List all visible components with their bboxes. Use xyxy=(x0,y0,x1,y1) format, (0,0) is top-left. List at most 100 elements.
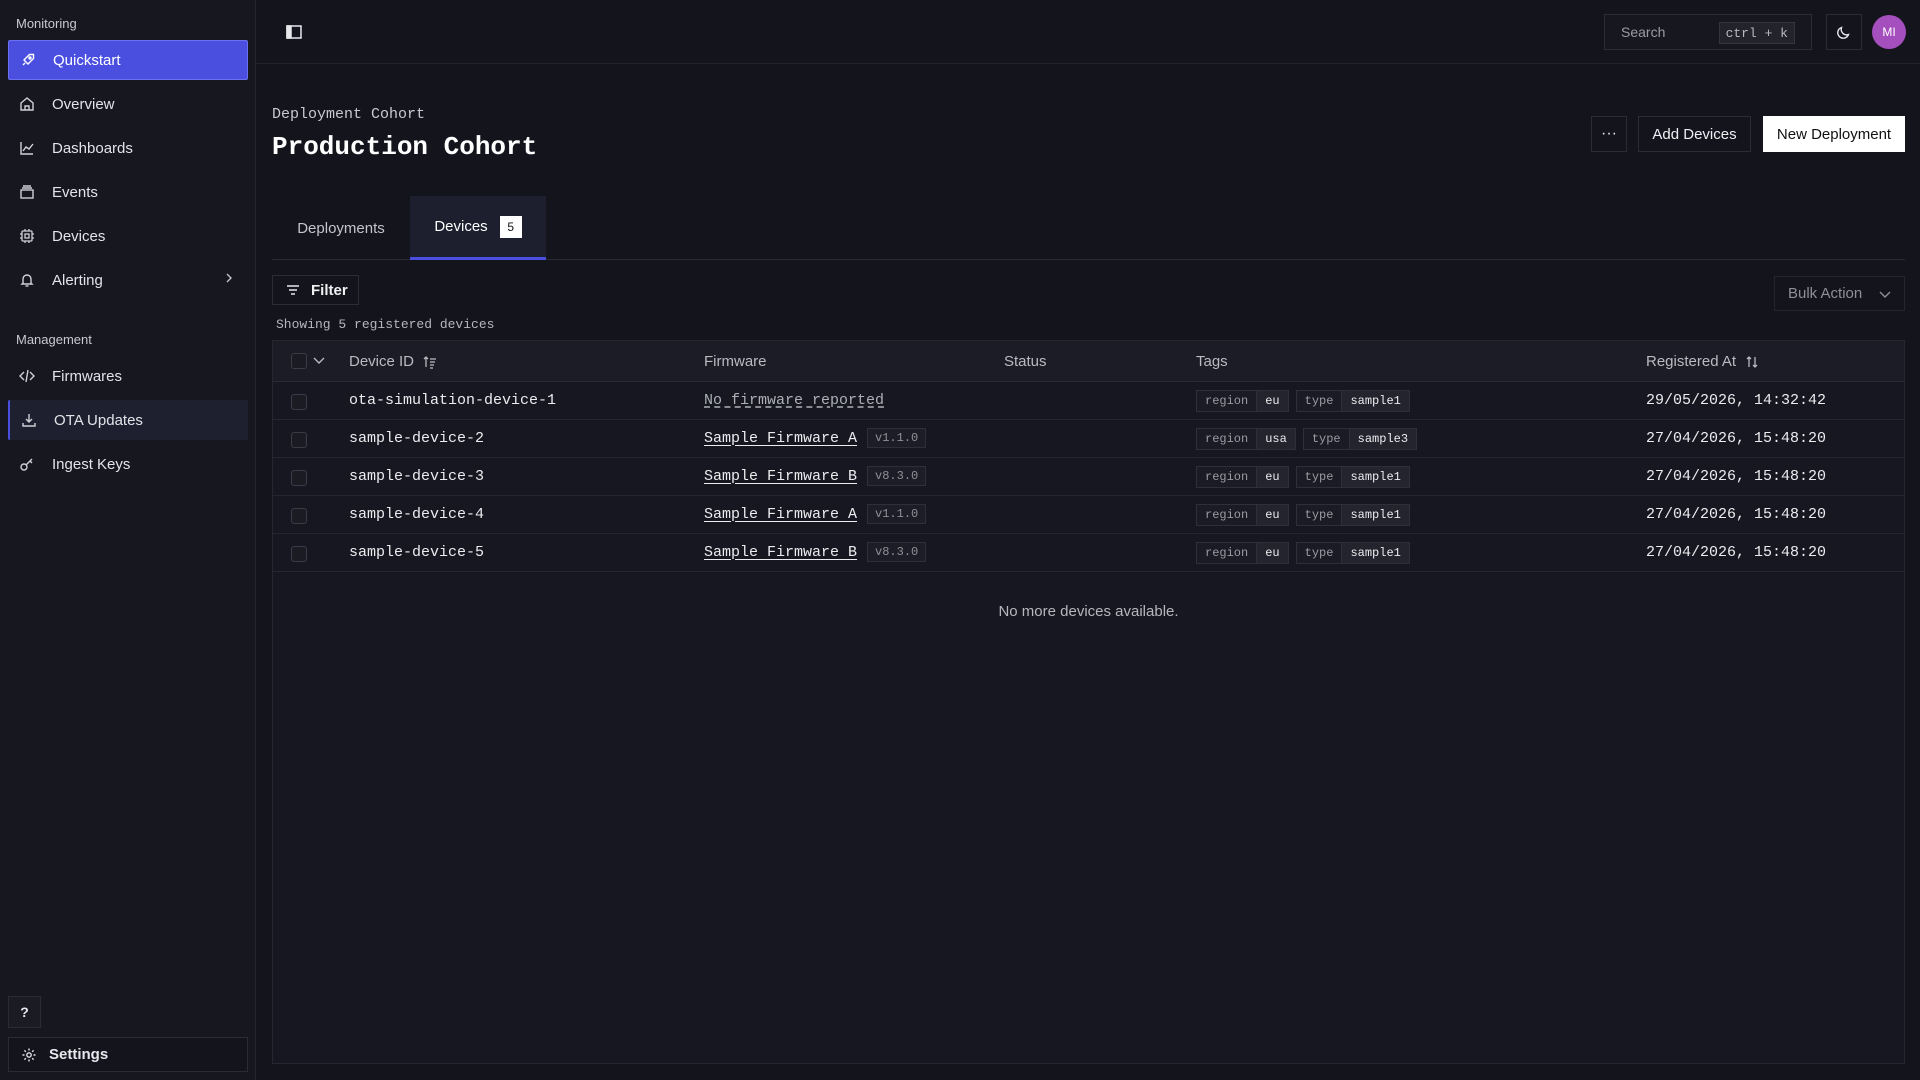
sidebar-item-label: Overview xyxy=(52,95,115,113)
chart-line-icon xyxy=(18,139,36,157)
filter-button[interactable]: Filter xyxy=(272,275,359,305)
sidebar-item-devices[interactable]: Devices xyxy=(8,216,248,256)
search-placeholder: Search xyxy=(1621,24,1666,40)
firmware-version-badge: v8.3.0 xyxy=(867,466,927,486)
tag-value: eu xyxy=(1257,543,1288,563)
row-checkbox[interactable] xyxy=(291,394,307,410)
sidebar-item-label: Dashboards xyxy=(52,139,133,157)
tag: region eu xyxy=(1196,542,1289,564)
tab-deployments[interactable]: Deployments xyxy=(272,196,410,260)
tag: type sample1 xyxy=(1295,504,1410,526)
sidebar-item-alerting[interactable]: Alerting xyxy=(8,260,248,300)
sidebar-item-ota-updates[interactable]: OTA Updates xyxy=(8,400,248,440)
avatar[interactable]: MI xyxy=(1872,15,1906,49)
select-all-control[interactable] xyxy=(291,353,325,369)
sidebar-item-label: OTA Updates xyxy=(54,411,143,429)
column-header-registered-at[interactable]: Registered At xyxy=(1646,353,1760,370)
settings-button[interactable]: Settings xyxy=(8,1037,248,1072)
empty-state-message: No more devices available. xyxy=(998,603,1179,620)
registered-at: 27/04/2026, 15:48:20 xyxy=(1646,506,1827,523)
tag: type sample1 xyxy=(1295,390,1410,412)
tag-value: eu xyxy=(1257,505,1288,525)
device-id[interactable]: ota-simulation-device-1 xyxy=(349,392,556,409)
search-input[interactable]: Search ctrl + k xyxy=(1604,14,1812,50)
tag: type sample3 xyxy=(1302,428,1418,450)
table-row[interactable]: sample-device-2 Sample Firmware A v1.1.0… xyxy=(273,420,1904,458)
sidebar-item-label: Alerting xyxy=(52,271,103,289)
device-id[interactable]: sample-device-2 xyxy=(349,430,484,447)
chevron-right-icon xyxy=(222,271,236,289)
registered-at: 27/04/2026, 15:48:20 xyxy=(1646,544,1827,561)
tag-key: type xyxy=(1296,391,1343,411)
row-checkbox[interactable] xyxy=(291,470,307,486)
tag-value: usa xyxy=(1257,429,1295,449)
tags-cell: region usa type sample3 xyxy=(1196,428,1424,450)
registered-at: 27/04/2026, 15:48:20 xyxy=(1646,468,1827,485)
theme-toggle-button[interactable] xyxy=(1826,14,1862,50)
row-checkbox[interactable] xyxy=(291,432,307,448)
firmware-link[interactable]: Sample Firmware B xyxy=(704,544,857,561)
chevron-down-icon[interactable] xyxy=(313,356,325,366)
help-button[interactable]: ? xyxy=(8,996,41,1028)
sidebar-item-quickstart[interactable]: Quickstart xyxy=(8,40,248,80)
sort-ascending-icon[interactable] xyxy=(422,354,438,370)
column-header-device-id[interactable]: Device ID xyxy=(349,353,438,370)
sidebar-item-overview[interactable]: Overview xyxy=(8,84,248,124)
firmware-link[interactable]: Sample Firmware A xyxy=(704,430,857,447)
tab-label: Devices xyxy=(434,218,488,235)
row-checkbox[interactable] xyxy=(291,546,307,562)
add-devices-button[interactable]: Add Devices xyxy=(1638,116,1751,152)
device-id[interactable]: sample-device-3 xyxy=(349,468,484,485)
column-header-status: Status xyxy=(1004,353,1047,370)
bell-icon xyxy=(18,271,36,289)
sidebar-toggle-icon[interactable] xyxy=(282,20,306,44)
more-options-button[interactable]: ··· xyxy=(1591,116,1627,152)
tab-devices[interactable]: Devices 5 xyxy=(410,196,546,260)
device-id[interactable]: sample-device-4 xyxy=(349,506,484,523)
firmware-link[interactable]: Sample Firmware A xyxy=(704,506,857,523)
column-label: Device ID xyxy=(349,353,415,370)
row-checkbox[interactable] xyxy=(291,508,307,524)
filter-label: Filter xyxy=(311,281,348,299)
tag-value: eu xyxy=(1257,467,1288,487)
tag: type sample1 xyxy=(1295,542,1410,564)
filter-icon xyxy=(285,282,301,298)
sidebar-item-label: Firmwares xyxy=(52,367,122,385)
new-deployment-button[interactable]: New Deployment xyxy=(1763,116,1905,152)
tag: region eu xyxy=(1196,504,1289,526)
sidebar-item-ingest-keys[interactable]: Ingest Keys xyxy=(8,444,248,484)
table-row[interactable]: sample-device-3 Sample Firmware B v8.3.0… xyxy=(273,458,1904,496)
tag: region eu xyxy=(1196,466,1289,488)
firmware-version-badge: v8.3.0 xyxy=(867,542,927,562)
select-all-checkbox[interactable] xyxy=(291,353,307,369)
sidebar-item-dashboards[interactable]: Dashboards xyxy=(8,128,248,168)
firmware-cell: Sample Firmware B v8.3.0 xyxy=(704,466,927,486)
table-row[interactable]: sample-device-5 Sample Firmware B v8.3.0… xyxy=(273,534,1904,572)
sidebar-item-events[interactable]: Events xyxy=(8,172,248,212)
tags-cell: region eu type sample1 xyxy=(1196,542,1417,564)
tag-value: sample1 xyxy=(1342,543,1409,563)
table-header: Device ID Firmware Status Tags Registere… xyxy=(273,341,1904,382)
moon-icon xyxy=(1836,24,1852,40)
section-label-management: Management xyxy=(16,332,92,347)
firmware-name: No firmware reported xyxy=(704,392,885,409)
tag-key: region xyxy=(1197,429,1258,449)
topbar: Search ctrl + k MI xyxy=(256,0,1920,64)
search-shortcut: ctrl + k xyxy=(1718,22,1795,44)
tag: type sample1 xyxy=(1295,466,1410,488)
column-label: Registered At xyxy=(1646,353,1737,370)
table-row[interactable]: ota-simulation-device-1 No firmware repo… xyxy=(273,382,1904,420)
firmware-link[interactable]: Sample Firmware B xyxy=(704,468,857,485)
bulk-action-dropdown[interactable]: Bulk Action xyxy=(1774,276,1905,311)
sidebar-item-label: Ingest Keys xyxy=(52,455,131,473)
column-label: Firmware xyxy=(704,353,767,370)
firmware-version-badge: v1.1.0 xyxy=(867,504,927,524)
sort-icon[interactable] xyxy=(1744,354,1760,370)
tag-key: region xyxy=(1197,391,1258,411)
device-id[interactable]: sample-device-5 xyxy=(349,544,484,561)
tag: region eu xyxy=(1196,390,1289,412)
table-row[interactable]: sample-device-4 Sample Firmware A v1.1.0… xyxy=(273,496,1904,534)
tags-cell: region eu type sample1 xyxy=(1196,504,1417,526)
sidebar-item-firmwares[interactable]: Firmwares xyxy=(8,356,248,396)
sidebar-item-label: Devices xyxy=(52,227,106,245)
